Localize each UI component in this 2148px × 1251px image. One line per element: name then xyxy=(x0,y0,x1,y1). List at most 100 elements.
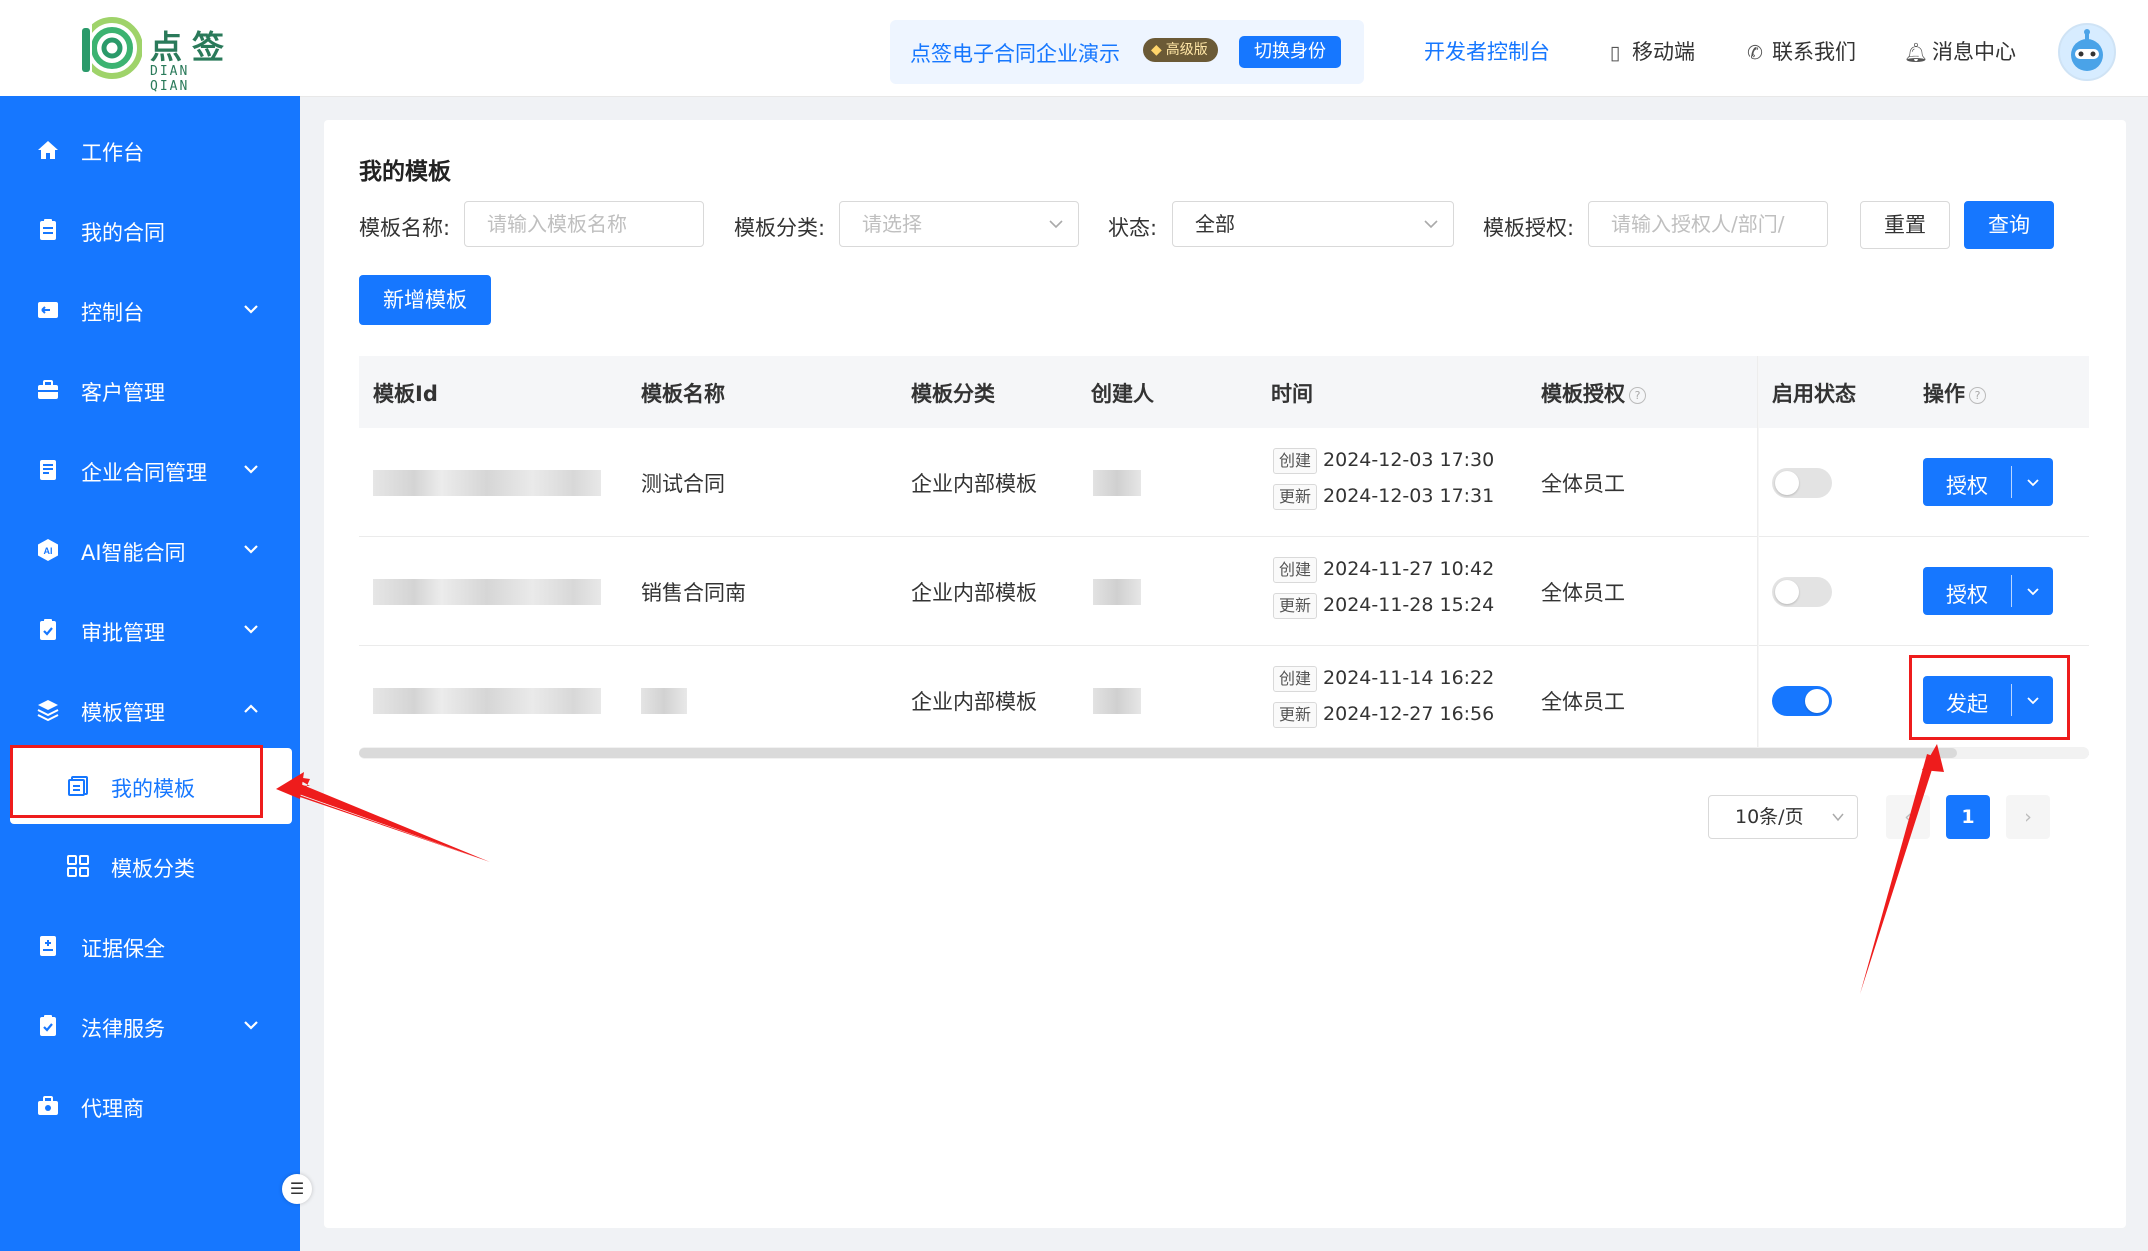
chevron-down-icon[interactable] xyxy=(2025,583,2041,599)
help-icon[interactable]: ? xyxy=(1629,386,1646,404)
template-category-cell: 企业内部模板 xyxy=(911,690,1037,714)
sidebar-item-label: 控制台 xyxy=(81,301,144,325)
enable-status-toggle[interactable] xyxy=(1772,468,1832,498)
avatar[interactable] xyxy=(2058,23,2116,81)
page-title: 我的模板 xyxy=(359,159,451,185)
sidebar-item-agents[interactable]: 代理商 xyxy=(0,1074,300,1138)
sidebar-item-template-management[interactable]: 模板管理 xyxy=(0,678,300,742)
message-center-link[interactable]: 🔔︎ 消息中心 xyxy=(1904,36,2016,66)
developer-console-link[interactable]: 开发者控制台 xyxy=(1424,36,1550,66)
company-identity: 点签电子合同企业演示 ◆ 高级版 切换身份 xyxy=(890,20,1364,84)
template-id-blurred xyxy=(373,688,601,714)
toggle-knob xyxy=(1775,580,1799,604)
company-name: 点签电子合同企业演示 xyxy=(910,42,1120,66)
updated-time: 更新 2024-12-03 17:31 xyxy=(1273,484,1494,510)
sidebar-collapse-button[interactable]: ☰ xyxy=(282,1174,312,1204)
template-auth-cell: 全体员工 xyxy=(1541,472,1625,496)
status-select[interactable]: 全部 xyxy=(1172,201,1454,247)
updated-time-value: 2024-12-27 16:56 xyxy=(1323,703,1495,725)
logo-text: 点签 xyxy=(150,28,235,66)
sidebar-item-legal[interactable]: 法律服务 xyxy=(0,994,300,1058)
template-name-blurred xyxy=(641,688,687,714)
chevron-down-icon xyxy=(1049,220,1063,229)
enable-status-toggle[interactable] xyxy=(1772,577,1832,607)
evidence-icon xyxy=(40,936,56,956)
vip-badge-label: 高级版 xyxy=(1165,42,1208,58)
template-name-cell: 测试合同 xyxy=(641,472,725,496)
prev-page-button[interactable]: ‹ xyxy=(1886,795,1930,839)
template-name-input[interactable]: 请输入模板名称 xyxy=(464,201,704,247)
authorize-split-button[interactable]: 授权 xyxy=(1923,458,2053,506)
annotation-box-initiate-button xyxy=(1909,655,2070,740)
chevron-right-icon: › xyxy=(2024,806,2032,828)
contact-link[interactable]: ✆ 联系我们 xyxy=(1744,36,1856,66)
chevron-down-icon xyxy=(244,625,258,634)
authorize-split-button[interactable]: 授权 xyxy=(1923,567,2053,615)
column-header-id: 模板Id xyxy=(373,382,438,406)
layers-icon xyxy=(37,700,59,722)
sidebar-item-label: AI智能合同 xyxy=(81,541,186,565)
creator-blurred xyxy=(1093,470,1141,496)
updated-time-value: 2024-12-03 17:31 xyxy=(1323,485,1495,507)
sidebar-item-label: 客户管理 xyxy=(81,381,165,405)
page-number-button[interactable]: 1 xyxy=(1946,795,1990,839)
sidebar-item-enterprise-contracts[interactable]: 企业合同管理 xyxy=(0,438,300,502)
scrollbar-thumb[interactable] xyxy=(359,748,1957,758)
template-auth-cell: 全体员工 xyxy=(1541,690,1625,714)
template-category-select[interactable]: 请选择 xyxy=(839,201,1079,247)
chevron-down-icon[interactable] xyxy=(2025,474,2041,490)
page-size-value: 10条/页 xyxy=(1735,806,1804,828)
phone-icon: ✆ xyxy=(1747,42,1763,64)
split-divider xyxy=(2011,575,2012,607)
agent-icon xyxy=(38,1096,58,1115)
contact-label: 联系我们 xyxy=(1772,40,1856,64)
created-time-value: 2024-12-03 17:30 xyxy=(1323,449,1495,471)
created-tag: 创建 xyxy=(1273,666,1318,692)
sidebar-item-my-contracts[interactable]: 我的合同 xyxy=(0,198,300,262)
updated-tag: 更新 xyxy=(1273,702,1318,728)
creator-blurred xyxy=(1093,688,1141,714)
reset-button[interactable]: 重置 xyxy=(1860,201,1950,249)
enable-status-toggle[interactable] xyxy=(1772,686,1832,716)
message-center-label: 消息中心 xyxy=(1932,40,2016,64)
sidebar-item-evidence[interactable]: 证据保全 xyxy=(0,914,300,978)
updated-time: 更新 2024-11-28 15:24 xyxy=(1273,593,1494,619)
template-id-blurred xyxy=(373,579,601,605)
switch-identity-button[interactable]: 切换身份 xyxy=(1239,36,1341,68)
authorize-button-label[interactable]: 授权 xyxy=(1923,470,2011,500)
collapse-menu-icon: ☰ xyxy=(289,1179,305,1198)
template-auth-input[interactable]: 请输入授权人/部门/ xyxy=(1588,201,1828,247)
add-template-button[interactable]: 新增模板 xyxy=(359,275,491,325)
creator-blurred xyxy=(1093,579,1141,605)
sidebar-subitem-template-categories[interactable]: 模板分类 xyxy=(0,834,300,898)
sidebar-item-workbench[interactable]: 工作台 xyxy=(0,118,300,182)
chevron-down-icon xyxy=(244,1021,258,1030)
grid-icon xyxy=(67,855,89,877)
briefcase-icon xyxy=(38,380,58,399)
mobile-icon: ▯ xyxy=(1609,42,1621,64)
authorize-button-label[interactable]: 授权 xyxy=(1923,579,2011,609)
sidebar-item-ai-contracts[interactable]: AI AI智能合同 xyxy=(0,518,300,582)
mobile-link[interactable]: ▯ 移动端 xyxy=(1604,36,1695,66)
table-row: 测试合同 企业内部模板 创建 2024-12-03 17:30 更新 2024-12… xyxy=(359,428,2089,537)
page-size-select[interactable]: 10条/页 xyxy=(1708,795,1858,839)
chevron-left-icon: ‹ xyxy=(1904,806,1912,828)
logo[interactable]: 点签 DIAN QIAN xyxy=(74,14,235,94)
legal-icon xyxy=(40,1015,56,1036)
sidebar-item-label: 企业合同管理 xyxy=(81,461,207,485)
query-button[interactable]: 查询 xyxy=(1964,201,2054,249)
sidebar-item-approvals[interactable]: 审批管理 xyxy=(0,598,300,662)
column-header-time: 时间 xyxy=(1271,382,1313,406)
mobile-label: 移动端 xyxy=(1632,40,1695,64)
console-icon xyxy=(38,302,58,318)
table-row: 企业内部模板 创建 2024-11-14 16:22 更新 2024-12-27 1… xyxy=(359,646,2089,755)
updated-tag: 更新 xyxy=(1273,484,1318,510)
template-category-cell: 企业内部模板 xyxy=(911,472,1037,496)
annotation-box-my-templates xyxy=(10,745,263,818)
help-icon[interactable]: ? xyxy=(1969,386,1986,404)
table-horizontal-scrollbar[interactable] xyxy=(359,747,2089,759)
sidebar-item-customers[interactable]: 客户管理 xyxy=(0,358,300,422)
updated-time-value: 2024-11-28 15:24 xyxy=(1323,594,1495,616)
sidebar-item-console[interactable]: 控制台 xyxy=(0,278,300,342)
next-page-button[interactable]: › xyxy=(2006,795,2050,839)
